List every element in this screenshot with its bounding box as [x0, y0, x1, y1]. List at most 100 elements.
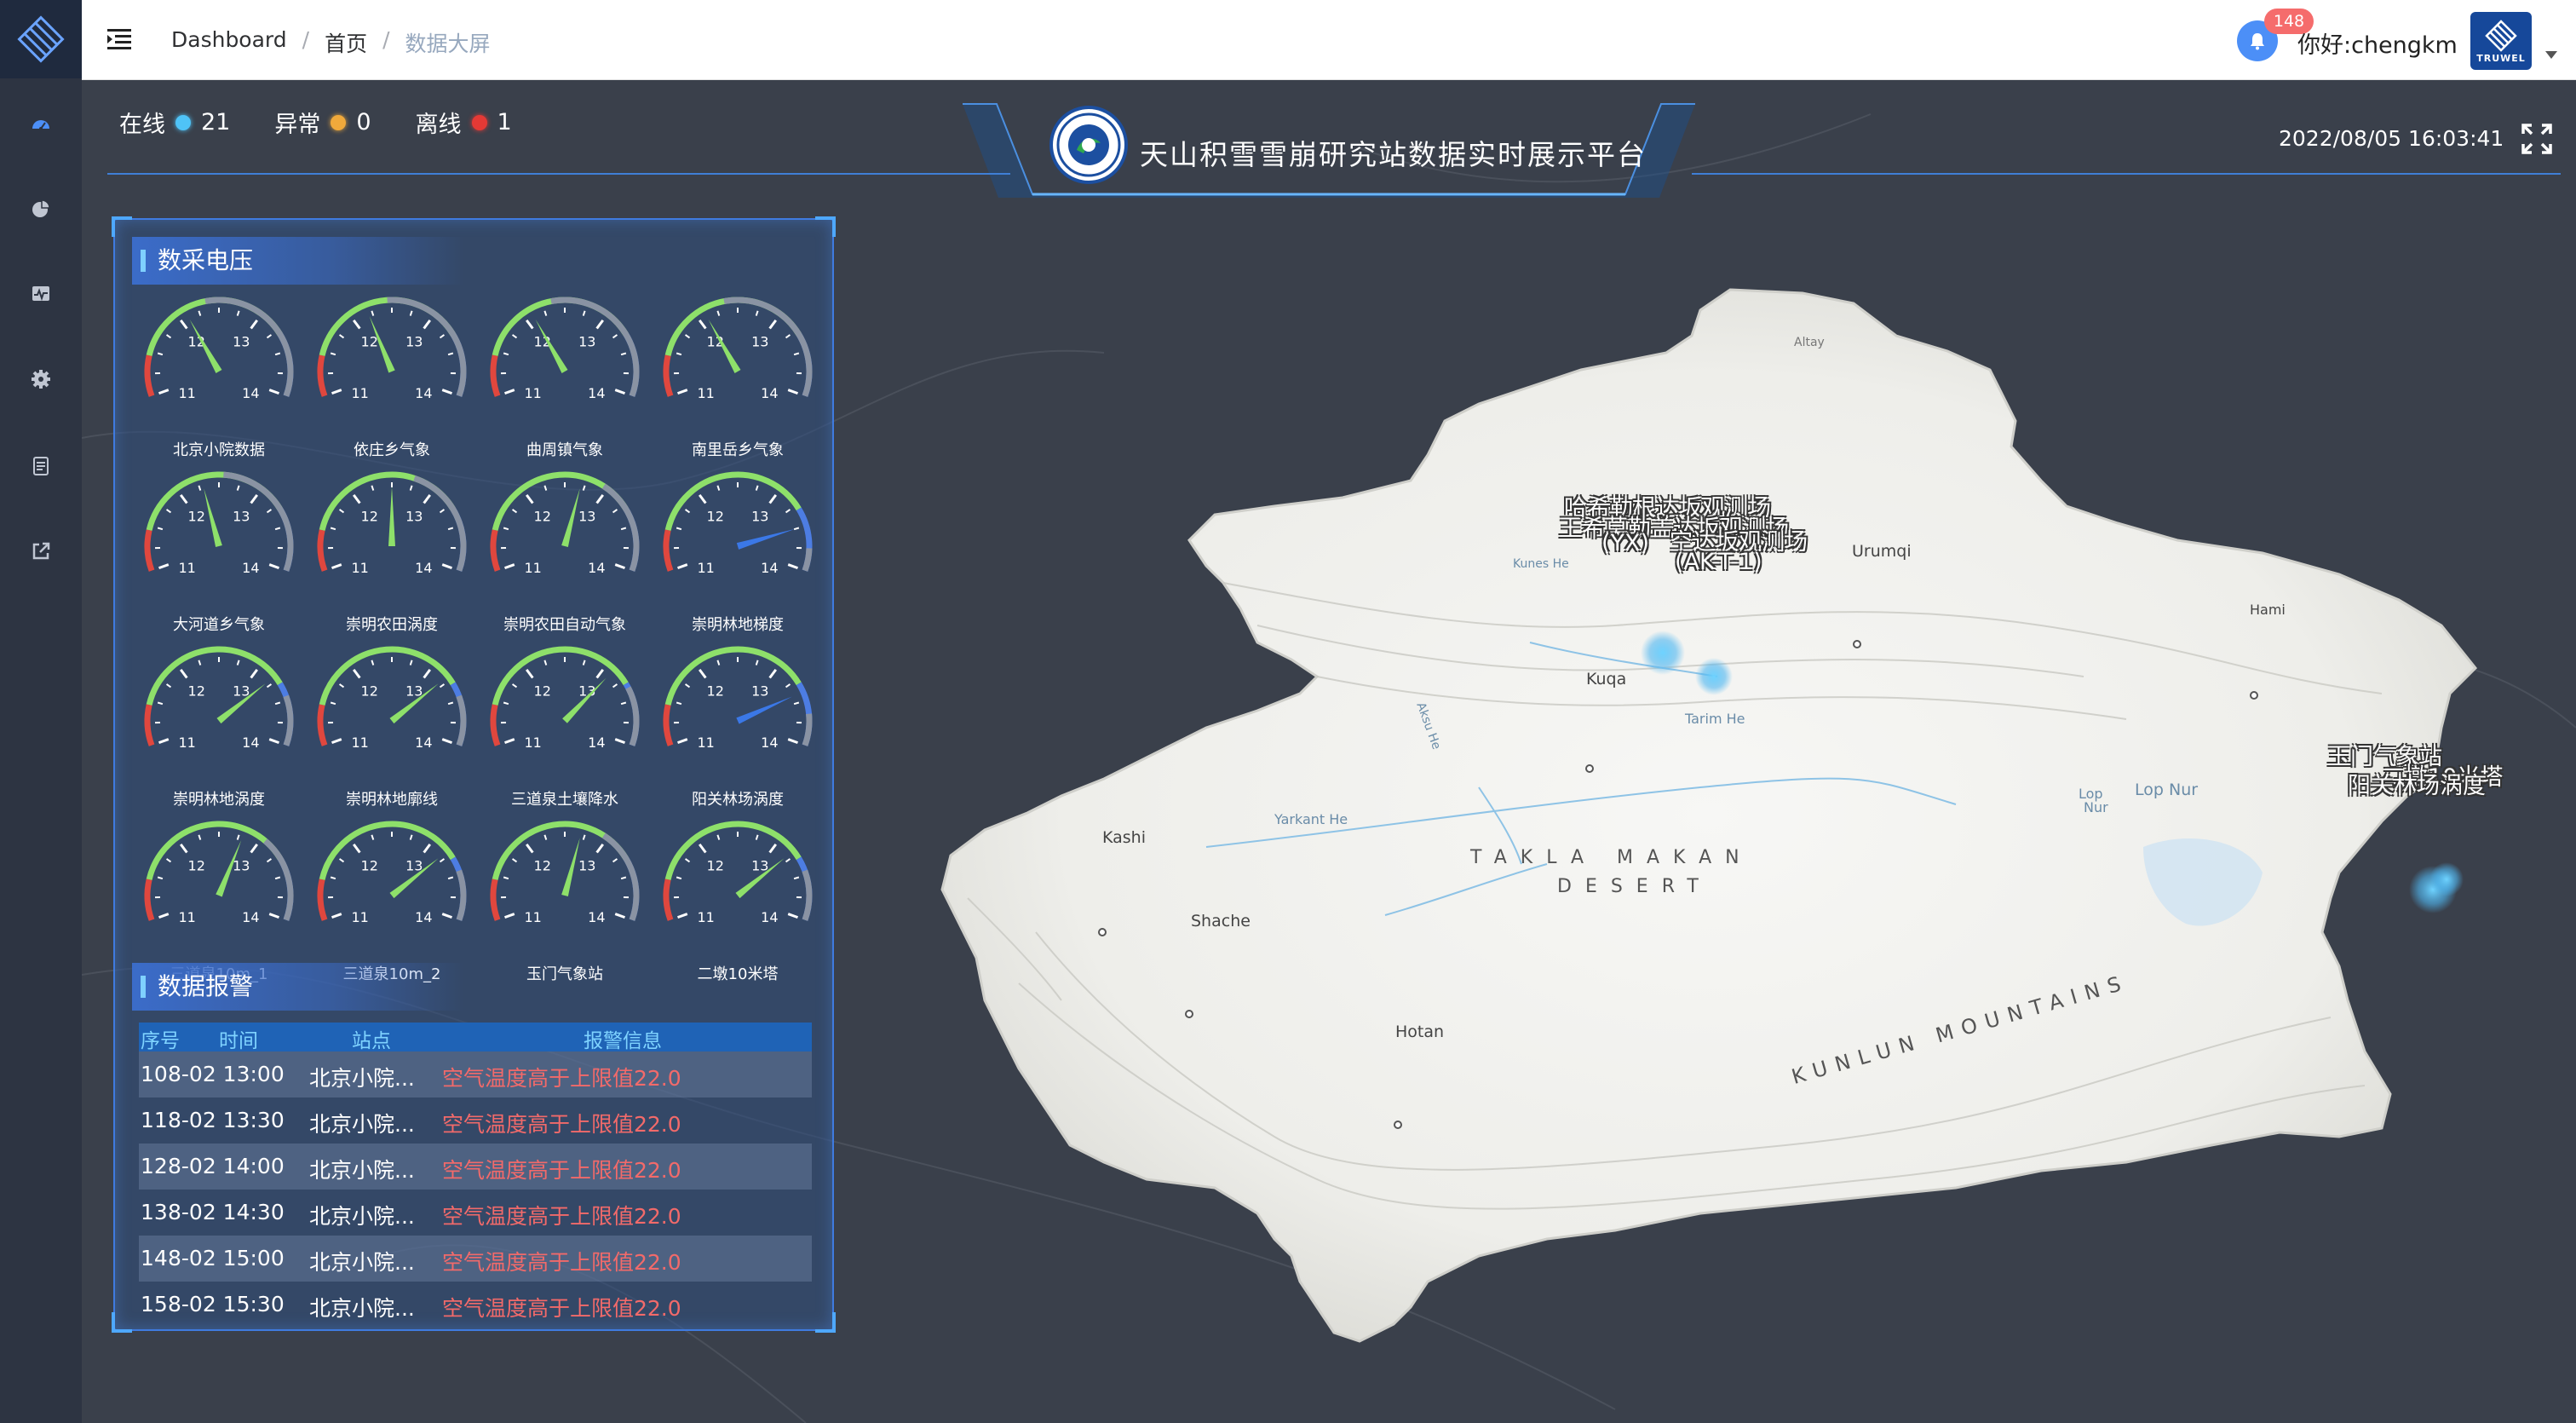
institute-emblem [1049, 106, 1128, 184]
gauge-tick [331, 738, 342, 745]
alarm-row[interactable]: 14 8-02 15:00 北京小院... 空气温度高于上限值22.0 [139, 1236, 812, 1282]
gauge-tick [785, 683, 791, 688]
gauge-tick [198, 310, 202, 316]
gauge-tick [353, 668, 361, 679]
nav-dashboard[interactable] [0, 98, 82, 149]
gauge-label: 大河道乡气象 [173, 616, 265, 634]
gauge-tick [439, 509, 446, 514]
gauge-tick [716, 310, 721, 316]
gauge-track [802, 869, 813, 921]
gauge-tick [755, 660, 759, 665]
gauge-band [144, 704, 155, 746]
gauge-tick [620, 876, 627, 880]
gauge-track [802, 548, 813, 572]
truwel-logo-icon [2485, 19, 2517, 52]
gauge-tick [511, 334, 518, 339]
gauge-label: 崇明林地梯度 [692, 616, 784, 634]
gauge-tick [677, 389, 688, 395]
gauge-tick-label: 11 [178, 385, 195, 401]
gauge-tick [582, 485, 586, 491]
station-marker[interactable] [1695, 658, 1733, 695]
gauge-band [490, 879, 501, 921]
gauge-dial: 1112 1314 [490, 471, 640, 576]
gauge-tick [614, 563, 625, 570]
gauge-tick [787, 913, 798, 919]
gauge-label: 依庄乡气象 [354, 441, 430, 459]
nav-documents[interactable] [0, 441, 82, 492]
gauge-tick [423, 843, 431, 854]
gauge-label: 曲周镇气象 [526, 441, 603, 459]
gauge-tick [716, 660, 721, 665]
gauge-tick-label: 14 [588, 560, 605, 576]
alarm-site: 北京小院... [309, 1066, 415, 1091]
alarm-message: 空气温度高于上限值22.0 [442, 1250, 681, 1275]
status-offline: 离线 1 [416, 106, 512, 139]
breadcrumb-home[interactable]: 首页 [325, 27, 367, 58]
nav-external-link[interactable] [0, 526, 82, 577]
gauge-tick [274, 876, 281, 880]
nav-pie-chart[interactable] [0, 183, 82, 234]
app-logo[interactable] [0, 0, 82, 78]
gauge-dial: 1112 1314 [317, 471, 467, 576]
river-label: Tarim He [1685, 711, 1745, 727]
bell-icon [2251, 33, 2264, 50]
station-marker[interactable] [2429, 862, 2464, 896]
lake-label: Nur [2084, 799, 2108, 815]
alarm-row[interactable]: 10 8-02 13:00 北京小院... 空气温度高于上限值22.0 [139, 1051, 812, 1097]
alarm-row[interactable]: 15 8-02 15:30 北京小院... 空气温度高于上限值22.0 [139, 1282, 812, 1328]
breadcrumb-dashboard[interactable]: Dashboard [171, 27, 287, 58]
gauge-tick [353, 319, 361, 330]
gear-icon [32, 370, 50, 389]
alarm-row[interactable]: 12 8-02 14:00 北京小院... 空气温度高于上限值22.0 [139, 1144, 812, 1190]
avatar[interactable]: TRUWEL [2470, 12, 2532, 70]
status-dot [331, 114, 347, 130]
gauge-tick-label: 11 [524, 735, 541, 751]
alarm-id: 12 [141, 1154, 168, 1178]
gauge-band [319, 646, 456, 706]
alarm-time: 8-02 14:30 [168, 1200, 285, 1224]
alarm-row[interactable]: 13 8-02 14:30 北京小院... 空气温度高于上限值22.0 [139, 1190, 812, 1236]
alarm-site: 北京小院... [309, 1158, 415, 1183]
voltage-gauge: 11 12 13 14 崇明林地廓线 [307, 642, 477, 817]
station-marker[interactable] [1641, 631, 1685, 675]
gauge-tick [768, 493, 777, 504]
user-menu-caret-icon[interactable] [2545, 51, 2557, 59]
gauge-tick [180, 493, 188, 504]
gauge-tick-label: 14 [761, 909, 778, 925]
alarm-time: 8-02 13:00 [168, 1062, 285, 1086]
gauge-tick [423, 493, 431, 504]
gauge-tick [684, 509, 691, 514]
menu-toggle-button[interactable] [107, 27, 133, 51]
gauge-dial: 1112 1314 [663, 297, 813, 401]
gauge-dial: 1112 1314 [144, 297, 294, 401]
gauge-tick [165, 858, 172, 863]
gauge-track [802, 713, 813, 746]
gauge-tick-label: 11 [351, 385, 368, 401]
gauge-tick-label: 12 [188, 509, 205, 525]
desert-label: DESERT [1557, 876, 1712, 897]
gauge-tick-label: 14 [415, 909, 432, 925]
gauge-tick [250, 319, 258, 330]
gauge-tick [274, 352, 281, 356]
fullscreen-button[interactable] [2521, 124, 2552, 154]
gauge-tick-label: 11 [524, 909, 541, 925]
gauge-tick-label: 13 [578, 858, 595, 874]
gauge-tick [503, 352, 509, 356]
alarm-time: 8-02 15:00 [168, 1246, 285, 1270]
gauge-tick [699, 843, 707, 854]
desert-label: TAKLA MAKAN [1470, 847, 1753, 868]
gauge-track [456, 869, 467, 921]
alarm-row[interactable]: 11 8-02 13:30 北京小院... 空气温度高于上限值22.0 [139, 1097, 812, 1144]
nav-monitor[interactable] [0, 268, 82, 320]
gauge-tick [595, 319, 604, 330]
city-label: Shache [1191, 912, 1251, 930]
alarm-site: 北京小院... [309, 1250, 415, 1275]
voltage-gauge: 11 12 13 14 玉门气象站 [480, 817, 650, 992]
gauge-tick-label: 11 [524, 560, 541, 576]
gauge-tick [716, 834, 721, 840]
gauge-tick-label: 14 [588, 385, 605, 401]
external-link-icon [32, 542, 50, 560]
nav-settings[interactable] [0, 354, 82, 405]
gauge-tick-label: 12 [361, 334, 378, 350]
gauge-band [663, 529, 674, 572]
